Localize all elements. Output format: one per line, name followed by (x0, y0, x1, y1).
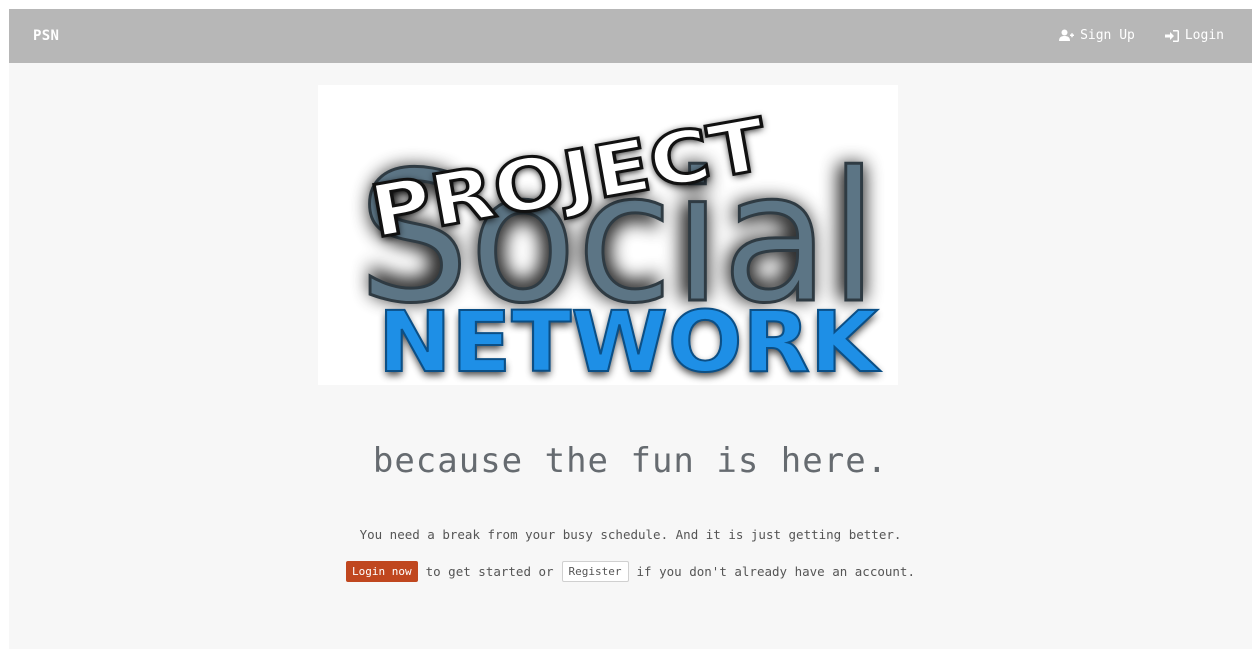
lead-text: You need a break from your busy schedule… (359, 527, 902, 542)
top-navbar: PSN Sign Up Login (9, 9, 1252, 63)
project-social-network-logo: Social Social PROJECT PROJECT NETWORK NE… (318, 85, 898, 385)
page: PSN Sign Up Login Social Social PROJECT … (9, 9, 1252, 649)
tagline: because the fun is here. (372, 441, 889, 481)
signup-link[interactable]: Sign Up (1059, 28, 1135, 43)
signup-label: Sign Up (1080, 28, 1135, 43)
register-button[interactable]: Register (561, 561, 629, 582)
call-to-action: Login now to get started or Register if … (9, 561, 1252, 582)
login-now-button[interactable]: Login now (346, 561, 418, 582)
login-label: Login (1184, 28, 1224, 43)
cta-middle-text: to get started or (425, 564, 554, 579)
logo-network: NETWORK (378, 293, 881, 385)
cta-trailing-text: if you don't already have an account. (636, 564, 915, 579)
login-link[interactable]: Login (1164, 28, 1224, 43)
sign-in-icon (1164, 29, 1179, 42)
nav-right: Sign Up Login (1059, 28, 1224, 43)
brand-link[interactable]: PSN (33, 28, 59, 44)
user-plus-icon (1059, 29, 1075, 42)
